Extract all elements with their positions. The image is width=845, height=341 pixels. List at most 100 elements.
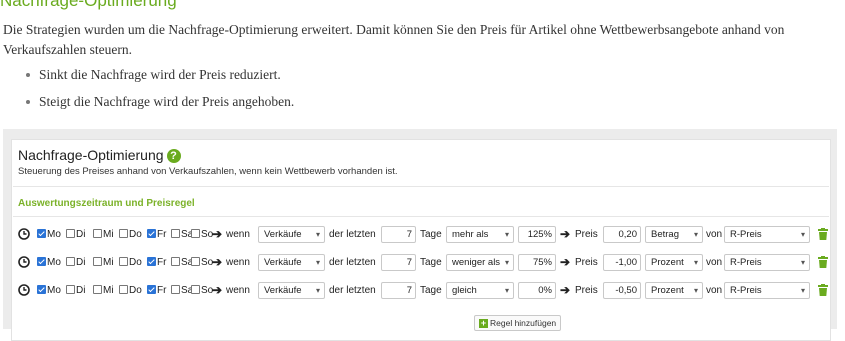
day-checkbox-fr[interactable]: Fr bbox=[147, 253, 166, 272]
checkbox[interactable] bbox=[171, 257, 180, 266]
comparison-select[interactable]: mehr als ▾ bbox=[446, 226, 514, 243]
comparison-select[interactable]: weniger als ▾ bbox=[446, 254, 514, 271]
metric-value: Verkäufe bbox=[264, 229, 302, 240]
day-checkbox-sa[interactable]: Sa bbox=[171, 281, 193, 300]
chevron-down-icon: ▾ bbox=[504, 286, 509, 295]
day-label: Fr bbox=[157, 285, 167, 296]
day-checkbox-mi[interactable]: Mi bbox=[93, 281, 114, 300]
comparison-value: mehr als bbox=[452, 229, 489, 240]
price-value-input[interactable]: 0,20 bbox=[603, 226, 641, 243]
der-letzten-label: der letzten bbox=[329, 229, 376, 240]
threshold-input[interactable]: 75% bbox=[518, 254, 556, 271]
price-base-select[interactable]: R-Preis ▾ bbox=[724, 254, 810, 271]
day-checkbox-mo[interactable]: Mo bbox=[37, 281, 61, 300]
day-checkbox-sa[interactable]: Sa bbox=[171, 253, 193, 272]
period-input[interactable]: 7 bbox=[381, 226, 416, 243]
chevron-down-icon: ▾ bbox=[693, 230, 698, 239]
day-checkbox-mo[interactable]: Mo bbox=[37, 225, 61, 244]
price-type-select[interactable]: Prozent ▾ bbox=[645, 254, 703, 271]
add-rule-button[interactable]: + Regel hinzufügen bbox=[474, 315, 562, 331]
section-title: Auswertungszeitraum und Preisregel bbox=[18, 198, 195, 209]
period-input[interactable]: 7 bbox=[381, 282, 416, 299]
list-item: Steigt die Nachfrage wird der Preis ange… bbox=[24, 93, 294, 120]
price-base-value: R-Preis bbox=[730, 285, 762, 296]
preis-label: Preis bbox=[575, 285, 598, 296]
price-base-value: R-Preis bbox=[730, 257, 762, 268]
price-value-input[interactable]: -0,50 bbox=[603, 282, 641, 299]
checkbox[interactable] bbox=[66, 285, 75, 294]
checkbox[interactable] bbox=[93, 285, 102, 294]
clock-icon bbox=[18, 256, 30, 268]
checkbox[interactable] bbox=[66, 229, 75, 238]
checkbox[interactable] bbox=[171, 229, 180, 238]
checkbox[interactable] bbox=[37, 229, 46, 238]
checkbox[interactable] bbox=[119, 257, 128, 266]
day-checkbox-do[interactable]: Do bbox=[119, 253, 142, 272]
divider bbox=[13, 186, 829, 187]
comparison-value: gleich bbox=[452, 285, 477, 296]
checkbox[interactable] bbox=[147, 285, 156, 294]
comparison-select[interactable]: gleich ▾ bbox=[446, 282, 514, 299]
day-checkbox-di[interactable]: Di bbox=[66, 281, 85, 300]
day-checkbox-mo[interactable]: Mo bbox=[37, 253, 61, 272]
day-checkbox-fr[interactable]: Fr bbox=[147, 281, 166, 300]
list-item: Sinkt die Nachfrage wird der Preis reduz… bbox=[24, 66, 294, 93]
day-checkbox-mi[interactable]: Mi bbox=[93, 253, 114, 272]
checkbox[interactable] bbox=[37, 285, 46, 294]
day-checkbox-sa[interactable]: Sa bbox=[171, 225, 193, 244]
chevron-down-icon: ▾ bbox=[504, 230, 509, 239]
day-checkbox-so[interactable]: So bbox=[191, 253, 213, 272]
day-checkbox-fr[interactable]: Fr bbox=[147, 225, 166, 244]
checkbox[interactable] bbox=[37, 257, 46, 266]
checkbox[interactable] bbox=[191, 285, 200, 294]
price-type-select[interactable]: Prozent ▾ bbox=[645, 282, 703, 299]
threshold-input[interactable]: 125% bbox=[518, 226, 556, 243]
metric-select[interactable]: Verkäufe ▾ bbox=[258, 254, 325, 271]
threshold-input[interactable]: 0% bbox=[518, 282, 556, 299]
checkbox[interactable] bbox=[93, 257, 102, 266]
metric-value: Verkäufe bbox=[264, 285, 302, 296]
checkbox[interactable] bbox=[171, 285, 180, 294]
day-checkbox-do[interactable]: Do bbox=[119, 281, 142, 300]
checkbox[interactable] bbox=[191, 229, 200, 238]
chevron-down-icon: ▾ bbox=[315, 230, 320, 239]
price-type-value: Betrag bbox=[651, 229, 679, 240]
day-checkbox-di[interactable]: Di bbox=[66, 253, 85, 272]
arrow-right-icon: ➔ bbox=[560, 283, 571, 297]
price-base-select[interactable]: R-Preis ▾ bbox=[724, 282, 810, 299]
checkbox[interactable] bbox=[191, 257, 200, 266]
arrow-right-icon: ➔ bbox=[212, 255, 223, 269]
strategy-card: Nachfrage-Optimierung? Steuerung des Pre… bbox=[11, 139, 831, 341]
help-icon[interactable]: ? bbox=[166, 149, 181, 163]
checkbox[interactable] bbox=[119, 285, 128, 294]
day-label: Mi bbox=[103, 285, 114, 296]
day-label: Fr bbox=[157, 257, 167, 268]
price-value-input[interactable]: -1,00 bbox=[603, 254, 641, 271]
der-letzten-label: der letzten bbox=[329, 285, 376, 296]
arrow-right-icon: ➔ bbox=[212, 227, 223, 241]
checkbox[interactable] bbox=[66, 257, 75, 266]
trash-icon[interactable] bbox=[818, 228, 828, 240]
checkbox[interactable] bbox=[147, 229, 156, 238]
trash-icon[interactable] bbox=[818, 284, 828, 296]
metric-select[interactable]: Verkäufe ▾ bbox=[258, 282, 325, 299]
arrow-right-icon: ➔ bbox=[560, 227, 571, 241]
checkbox[interactable] bbox=[119, 229, 128, 238]
trash-icon[interactable] bbox=[818, 256, 828, 268]
day-checkbox-do[interactable]: Do bbox=[119, 225, 142, 244]
day-checkbox-so[interactable]: So bbox=[191, 225, 213, 244]
day-label: Mo bbox=[47, 257, 61, 268]
rule-row: Mo Di Mi Do Fr Sa So ➔ wenn Verkäufe ▾ der letzten 7… bbox=[18, 253, 828, 272]
day-checkbox-so[interactable]: So bbox=[191, 281, 213, 300]
price-base-select[interactable]: R-Preis ▾ bbox=[724, 226, 810, 243]
period-input[interactable]: 7 bbox=[381, 254, 416, 271]
price-type-value: Prozent bbox=[651, 257, 684, 268]
tage-label: Tage bbox=[420, 285, 442, 296]
price-type-value: Prozent bbox=[651, 285, 684, 296]
day-checkbox-mi[interactable]: Mi bbox=[93, 225, 114, 244]
day-checkbox-di[interactable]: Di bbox=[66, 225, 85, 244]
metric-select[interactable]: Verkäufe ▾ bbox=[258, 226, 325, 243]
checkbox[interactable] bbox=[93, 229, 102, 238]
price-type-select[interactable]: Betrag ▾ bbox=[645, 226, 703, 243]
checkbox[interactable] bbox=[147, 257, 156, 266]
